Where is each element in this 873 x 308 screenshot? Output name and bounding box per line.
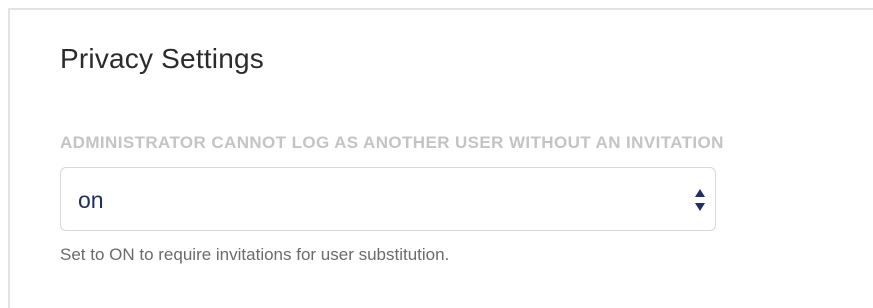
- admin-login-setting-label: ADMINISTRATOR CANNOT LOG AS ANOTHER USER…: [60, 133, 724, 152]
- select-current-value: on: [78, 187, 104, 213]
- admin-login-invitation-select[interactable]: on: [60, 167, 716, 231]
- up-down-chevron-icon: [694, 187, 706, 213]
- privacy-settings-panel: Privacy Settings ADMINISTRATOR CANNOT LO…: [8, 8, 873, 308]
- section-title: Privacy Settings: [60, 43, 264, 74]
- setting-help-text: Set to ON to require invitations for use…: [60, 245, 450, 264]
